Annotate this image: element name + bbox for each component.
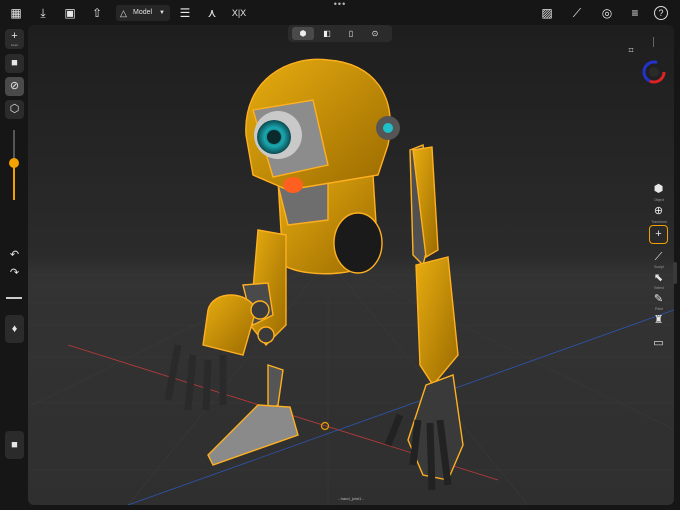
selected-object-label: - hand_joint1 -	[338, 496, 364, 501]
record-button[interactable]: ■	[5, 431, 24, 459]
help-icon[interactable]: ?	[654, 6, 668, 20]
pose-tool-button[interactable]: ♜	[649, 311, 668, 330]
frame-selection-icon[interactable]: ⌗	[625, 44, 637, 56]
tab-side[interactable]: ▯	[340, 27, 362, 40]
add-tool-button[interactable]: +	[649, 225, 668, 244]
outliner-icon[interactable]: ☰	[176, 4, 194, 22]
3d-viewport[interactable]: ⬢ ◧ ▯ ⊙ ⌗ - hand_joint1 -	[28, 25, 674, 505]
cursor-icon: ⬉	[653, 272, 664, 284]
extra-tool-button[interactable]: ▭	[649, 334, 668, 353]
video-camera-icon: ■	[11, 57, 18, 69]
brush-size-fill	[13, 162, 15, 200]
left-toolbar: + Insert ■ ⊘ ⬡ ↶ ↷ ♦ ■	[0, 25, 28, 510]
video-camera-icon: ■	[11, 439, 18, 451]
bulb-icon: ♦	[11, 323, 18, 335]
robot-model	[164, 58, 464, 491]
apps-icon[interactable]: ▦	[7, 4, 25, 22]
add-caption: Insert	[10, 43, 19, 47]
pen-tool-button[interactable]: ⊘	[5, 77, 24, 96]
tab-perspective[interactable]: ⬢	[292, 27, 314, 40]
undo-icon[interactable]: ↶	[5, 246, 24, 265]
move-icon: ⊕	[653, 205, 664, 217]
mode-dropdown[interactable]: △ Model ▼	[116, 5, 170, 21]
view-cube-tabs: ⬢ ◧ ▯ ⊙	[288, 25, 392, 42]
image-icon[interactable]: ▨	[538, 4, 556, 22]
brush-icon: ⟋	[654, 251, 663, 263]
graph-icon[interactable]: ⋏	[203, 4, 221, 22]
cube-icon: ⬡	[9, 103, 20, 115]
panel-icon: ▭	[653, 337, 664, 349]
window-grabber[interactable]: •••	[330, 0, 350, 9]
edit-image-icon[interactable]: ⟋	[568, 4, 586, 22]
plus-icon: +	[11, 30, 18, 42]
model-mode-icon: △	[120, 8, 127, 18]
redo-icon[interactable]: ↷	[5, 264, 24, 283]
pose-icon: ♜	[653, 314, 664, 326]
toolbar-scrollbar[interactable]	[673, 262, 677, 284]
light-button[interactable]: ♦	[5, 315, 24, 343]
paint-icon: ✎	[653, 293, 664, 305]
orientation-gizmo[interactable]	[641, 59, 667, 85]
object-tool-button[interactable]: ⬢	[649, 180, 668, 199]
scene-canvas[interactable]	[28, 25, 674, 505]
transform-tool-button[interactable]: ⊕	[649, 202, 668, 221]
material-icon[interactable]: ◎	[598, 4, 616, 22]
toolbar-divider	[6, 297, 22, 299]
chevron-down-icon: ▼	[159, 10, 165, 16]
share-icon[interactable]: ⇧	[88, 4, 106, 22]
ground-grid	[28, 259, 674, 505]
pen-icon: ⊘	[9, 80, 20, 92]
tab-front[interactable]: ◧	[316, 27, 338, 40]
object-mode-button[interactable]: ⬡	[5, 100, 24, 119]
brush-size-knob[interactable]	[9, 157, 19, 168]
camera-button[interactable]: ■	[5, 54, 24, 73]
top-toolbar: ▦ ⤓ ▣ ⇧ △ Model ▼ ☰ ⋏ X|X ••• ▨ ⟋ ◎ ≡ ?	[0, 0, 680, 25]
cube-icon: ⬢	[653, 183, 664, 195]
tab-top[interactable]: ⊙	[364, 27, 386, 40]
symmetry-icon[interactable]: X|X	[230, 4, 248, 22]
plus-icon: +	[655, 228, 662, 240]
import-icon[interactable]: ⤓	[34, 4, 52, 22]
save-icon[interactable]: ▣	[61, 4, 79, 22]
add-button[interactable]: + Insert	[5, 29, 24, 49]
gizmo-up-axis	[653, 37, 654, 47]
mode-label: Model	[133, 9, 153, 16]
right-tool-caption: Transform	[651, 220, 667, 224]
settings-icon[interactable]: ≡	[626, 4, 644, 22]
